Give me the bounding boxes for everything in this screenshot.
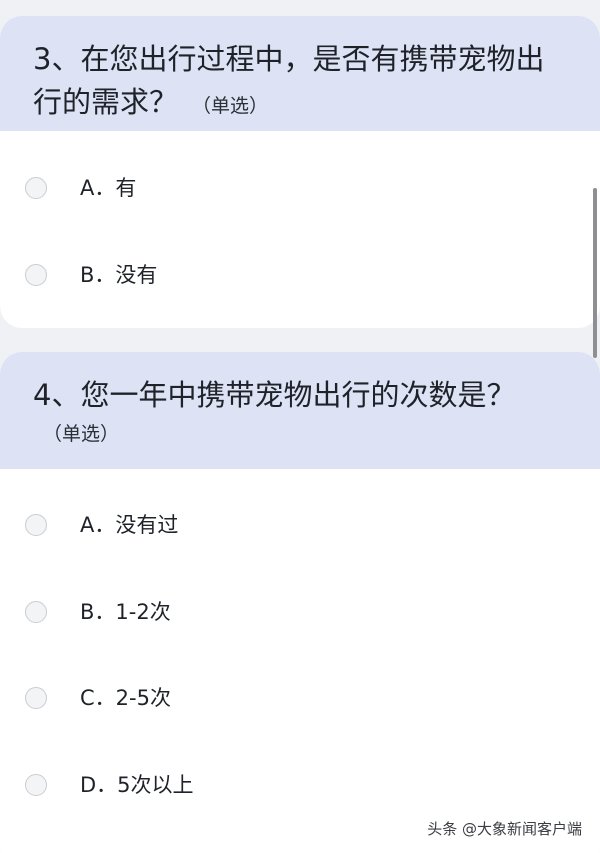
radio-button[interactable] [25, 177, 47, 199]
option-a[interactable]: A．有 [0, 159, 600, 219]
option-a[interactable]: A．没有过 [0, 496, 600, 556]
question-header: 4、您一年中携带宠物出行的次数是？ （单选） [0, 352, 600, 469]
radio-button[interactable] [25, 264, 47, 286]
question-type-tag: （单选） [43, 423, 120, 445]
question-type-tag: （单选） [192, 95, 269, 117]
question-header: 3、在您出行过程中，是否有携带宠物出行的需求？ （单选） [0, 16, 600, 131]
watermark: 头条 @大象新闻客户端 [427, 820, 582, 838]
radio-button[interactable] [25, 687, 47, 709]
question-title: 4、您一年中携带宠物出行的次数是？ [33, 378, 516, 412]
question-title: 3、在您出行过程中，是否有携带宠物出行的需求？ [33, 42, 545, 119]
option-label: A．有 [80, 176, 137, 200]
radio-button[interactable] [25, 601, 47, 623]
radio-button[interactable] [25, 774, 47, 796]
option-label: D．5次以上 [80, 773, 194, 797]
option-d[interactable]: D．5次以上 [0, 756, 600, 816]
option-b[interactable]: B．没有 [0, 246, 600, 306]
radio-button[interactable] [25, 514, 47, 536]
scrollbar[interactable] [593, 188, 597, 358]
option-c[interactable]: C．2-5次 [0, 669, 600, 729]
question-card-4: 4、您一年中携带宠物出行的次数是？ （单选） A．没有过 B．1-2次 C．2-… [0, 352, 600, 853]
option-label: C．2-5次 [80, 686, 171, 710]
option-label: B．没有 [80, 263, 158, 287]
survey-page: 3、在您出行过程中，是否有携带宠物出行的需求？ （单选） A．有 B．没有 4、您… [0, 0, 600, 853]
question-card-3: 3、在您出行过程中，是否有携带宠物出行的需求？ （单选） A．有 B．没有 [0, 16, 600, 328]
option-label: B．1-2次 [80, 600, 171, 624]
option-b[interactable]: B．1-2次 [0, 583, 600, 643]
option-label: A．没有过 [80, 513, 179, 537]
